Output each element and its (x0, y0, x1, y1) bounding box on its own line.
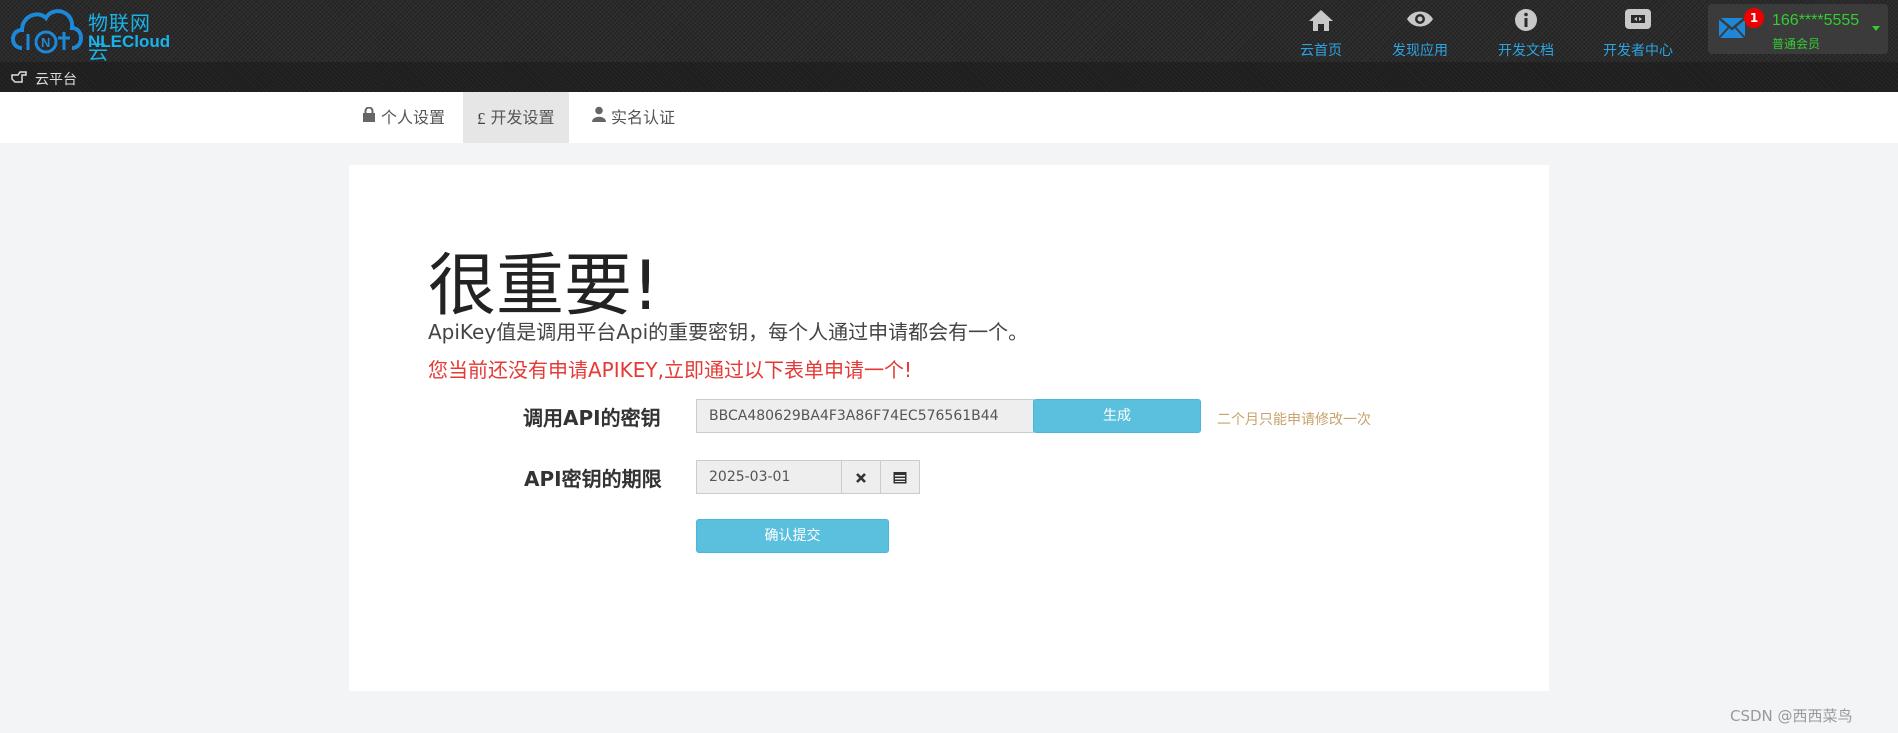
calendar-button[interactable] (880, 460, 920, 494)
logo[interactable]: N 物联网云 NLECloud (8, 2, 171, 64)
generate-button[interactable]: 生成 (1033, 399, 1201, 433)
lock-icon (362, 91, 376, 142)
api-expiry-label: API密钥的期限 (524, 467, 662, 491)
user-menu[interactable]: 1 166****5555 普通会员 (1708, 4, 1888, 54)
breadcrumb: 云平台 (0, 62, 1898, 92)
api-key-label: 调用API的密钥 (523, 406, 661, 430)
mail-icon[interactable] (1718, 17, 1746, 43)
pound-icon: £ (477, 109, 486, 128)
api-key-field[interactable]: BBCA480629BA4F3A86F74EC576561B44 (696, 399, 1034, 433)
tab-real-name-verification-label: 实名认证 (611, 108, 676, 127)
page-title: 很重要! (428, 247, 660, 326)
tab-real-name-verification[interactable]: 实名认证 (578, 92, 689, 143)
nav-docs-label: 开发文档 (1498, 43, 1554, 59)
nav-docs[interactable]: 开发文档 (1490, 4, 1562, 59)
nav-home[interactable]: 云首页 (1290, 4, 1352, 59)
tab-personal-settings[interactable]: 个人设置 (348, 92, 459, 143)
info-icon (1490, 8, 1562, 38)
chevron-down-icon[interactable] (1872, 26, 1880, 31)
nav-developer-center[interactable]: 开发者中心 (1600, 4, 1676, 59)
close-icon (855, 467, 867, 486)
expiry-date-field[interactable]: 2025-03-01 (696, 460, 842, 494)
nav-home-label: 云首页 (1300, 43, 1342, 59)
tab-personal-settings-label: 个人设置 (381, 108, 446, 127)
confirm-submit-button[interactable]: 确认提交 (696, 519, 889, 553)
cloud-logo-icon: N (11, 9, 83, 54)
apikey-description: ApiKey值是调用平台Api的重要密钥，每个人通过申请都会有一个。 (428, 320, 1029, 344)
clear-date-button[interactable] (841, 460, 881, 494)
tab-developer-settings-label: 开发设置 (490, 108, 555, 127)
apikey-warning: 您当前还没有申请APIKEY,立即通过以下表单申请一个! (428, 358, 912, 382)
settings-tabs: 个人设置 £ 开发设置 实名认证 (0, 92, 1898, 143)
tab-developer-settings[interactable]: £ 开发设置 (463, 92, 569, 143)
user-level: 普通会员 (1772, 37, 1821, 51)
user-icon (592, 91, 606, 142)
notification-badge: 1 (1744, 8, 1764, 28)
watermark: CSDN @西西菜鸟 (1730, 707, 1853, 725)
calendar-icon (893, 467, 907, 486)
pointing-hand-icon (11, 69, 27, 88)
home-icon (1290, 8, 1352, 38)
nav-discover-label: 发现应用 (1392, 43, 1448, 59)
user-phone: 166****5555 (1772, 12, 1860, 29)
svg-text:N: N (41, 35, 50, 50)
nav-discover[interactable]: 发现应用 (1385, 4, 1455, 59)
key-change-hint: 二个月只能申请修改一次 (1217, 412, 1371, 428)
breadcrumb-item[interactable]: 云平台 (35, 69, 77, 89)
eye-icon (1385, 8, 1455, 38)
logo-text-en: NLECloud (88, 32, 171, 51)
top-header: N 物联网云 NLECloud 云首页 发现应用 开发文档 开发者中心 1 16… (0, 0, 1898, 64)
developer-icon (1600, 8, 1676, 38)
nav-developer-center-label: 开发者中心 (1603, 43, 1673, 59)
